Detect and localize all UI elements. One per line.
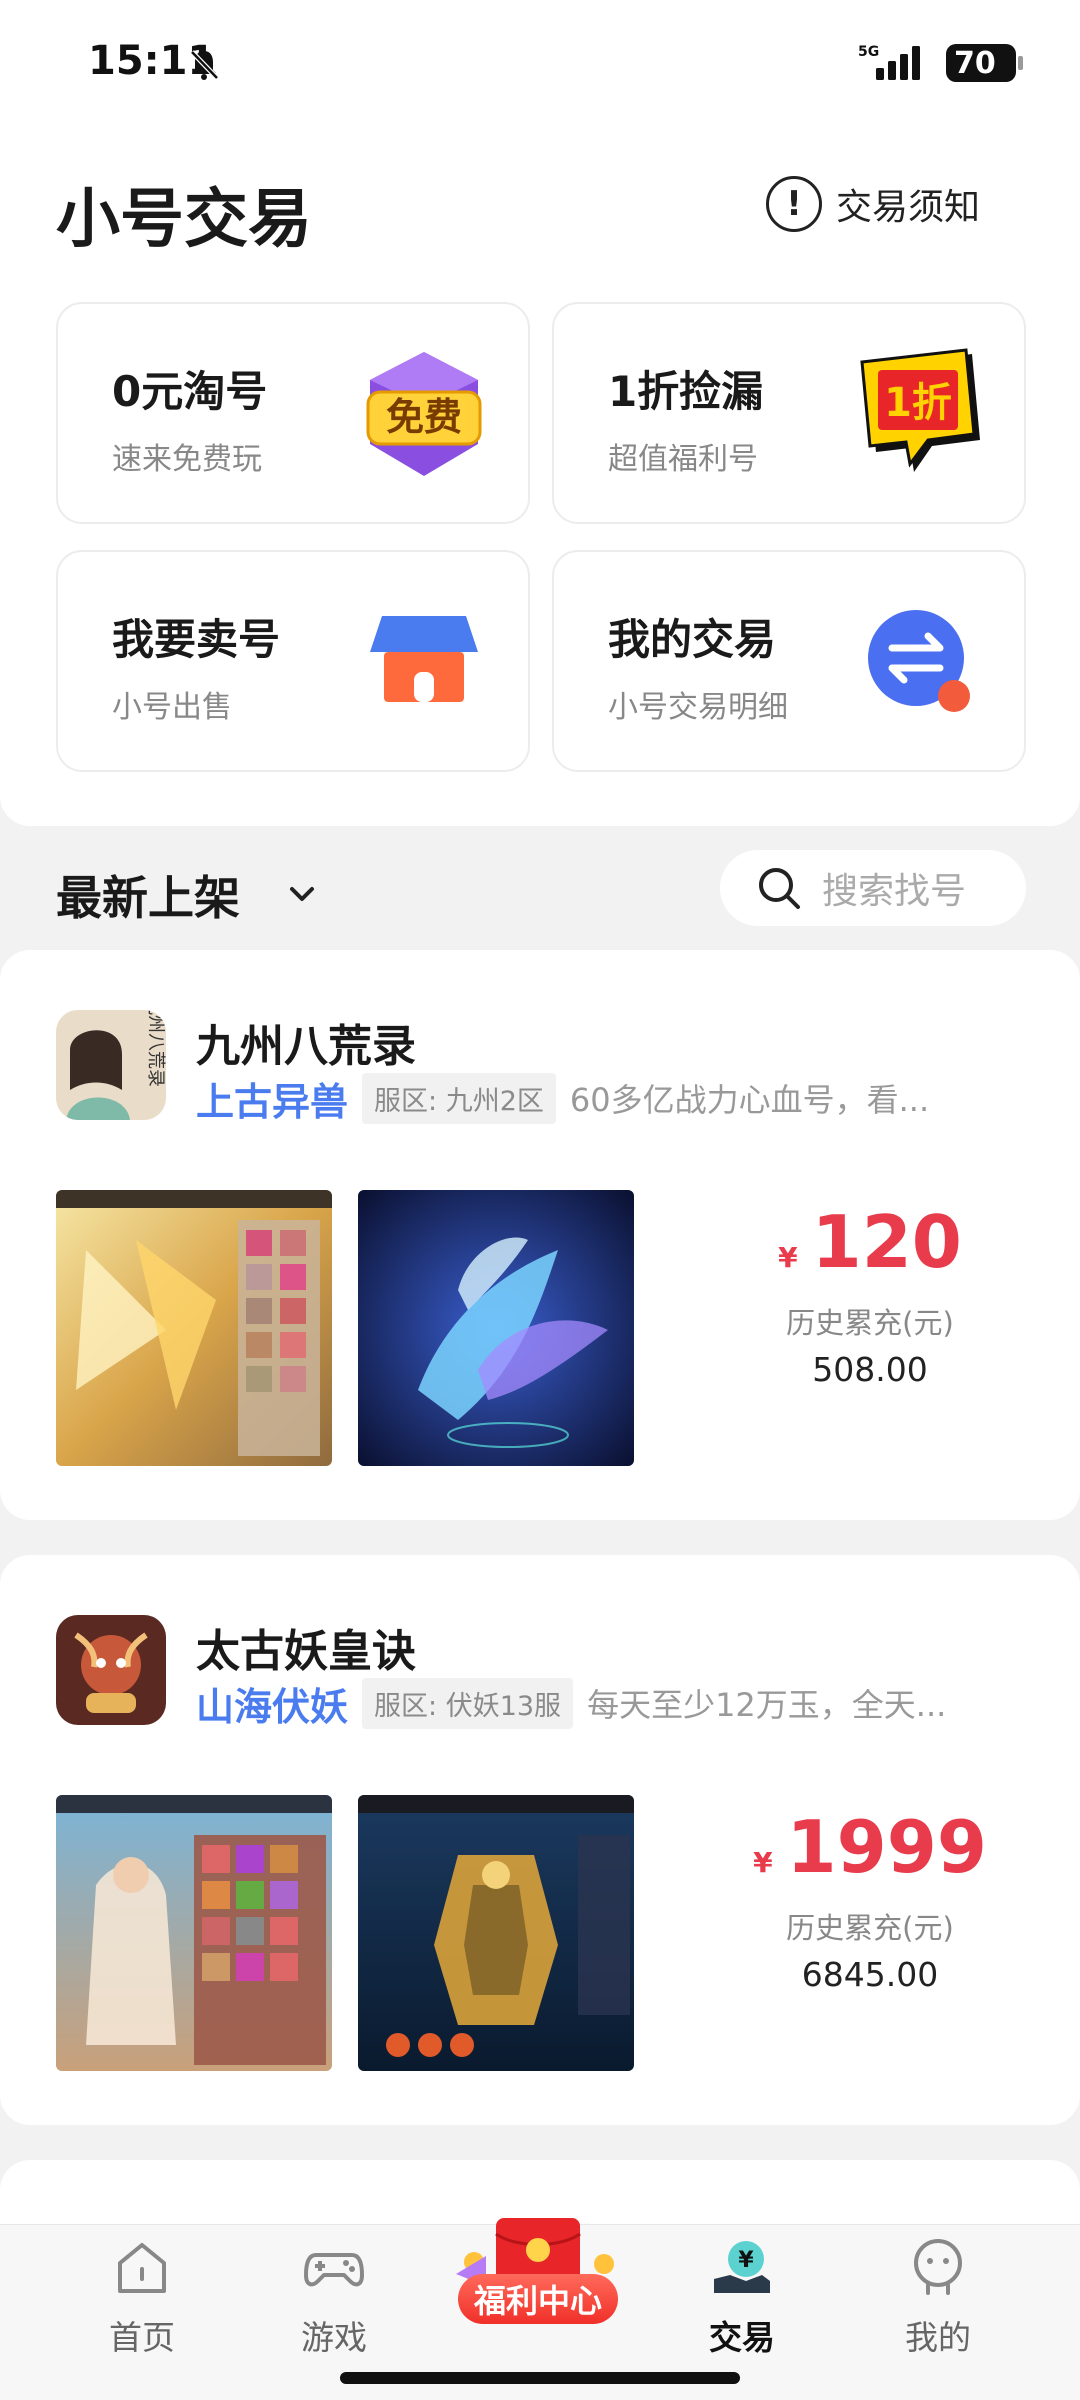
account-tag: 山海伏妖 [196,1684,349,1729]
free-badge-text: 免费 [386,395,462,439]
screenshot-thumbnail[interactable] [56,1190,332,1466]
card-title: 1折捡漏 [608,367,764,416]
price: ¥ 120 [740,1200,1000,1284]
screenshot-thumbnail[interactable] [358,1190,634,1466]
price: ¥ 1999 [740,1805,1000,1889]
card-title: 0元淘号 [112,367,268,416]
profile-icon [914,2239,962,2295]
search-icon [759,868,800,909]
history-recharge-label: 历史累充(元) [786,1306,954,1340]
latest-listings-header: 最新上架 搜索找号 [0,850,1080,940]
trade-icon: ¥ [714,2241,770,2293]
search-placeholder: 搜索找号 [822,871,967,912]
history-recharge-value: 6845.00 [801,1955,939,1994]
battery-level: 70 [954,45,996,81]
card-title: 我要卖号 [112,615,281,664]
currency-symbol: ¥ [753,1846,773,1879]
price-block: ¥ 1999 历史累充(元) 6845.00 [740,1805,1000,1994]
server-badge: 服区: 九州2区 [362,1072,556,1124]
tab-label: 我的 [905,2318,971,2357]
card-free-account[interactable]: 0元淘号 速来免费玩 免费 [56,302,530,524]
game-name: 九州八荒录 [196,1021,416,1072]
chevron-down-icon[interactable] [284,876,320,912]
shop-icon [370,616,478,702]
card-subtitle: 小号交易明细 [608,690,788,725]
card-title: 我的交易 [608,615,777,664]
card-sell-account[interactable]: 我要卖号 小号出售 [56,550,530,772]
status-bar: 15:11 5G 70 [0,0,1080,130]
mute-bell-icon [190,50,219,80]
tab-label: 交易 [709,2318,775,2357]
card-subtitle: 小号出售 [112,690,232,725]
account-tag: 上古异兽 [196,1079,349,1124]
screenshot-thumbnail[interactable] [56,1795,332,2071]
listing-description: 每天至少12万玉，全天... [587,1686,947,1724]
network-label: 5G [858,44,879,60]
tab-games[interactable]: 游戏 [264,2225,404,2365]
listing-card[interactable]: 太古妖皇诀 山海伏妖 服区: 伏妖13服 每天至少12万玉，全天... ¥ 19… [0,1555,1080,2125]
battery-tip [1018,56,1023,70]
history-recharge-label: 历史累充(元) [786,1911,954,1945]
card-my-trades[interactable]: 我的交易 小号交易明细 [552,550,1026,772]
listing-card[interactable]: 九州八荒录 九州八荒录 上古异兽 服区: 九州2区 60多亿战力心血号，看... [0,950,1080,1520]
card-subtitle: 超值福利号 [608,442,758,477]
card-subtitle: 速来免费玩 [112,442,262,477]
currency-symbol: ¥ [778,1241,798,1274]
battery-indicator: 70 [946,44,1016,82]
listing-description: 60多亿战力心血号，看... [569,1081,930,1119]
price-block: ¥ 120 历史累充(元) 508.00 [740,1200,1000,1389]
listing-meta: 山海伏妖 服区: 伏妖13服 每天至少12万玉，全天... [196,1677,946,1729]
tab-welfare-center[interactable]: 福利中心 [446,2212,630,2342]
home-indicator[interactable] [340,2372,740,2384]
game-icon: 九州八荒录 [56,1010,166,1120]
welfare-center-label: 福利中心 [458,2274,618,2324]
server-badge: 服区: 伏妖13服 [362,1677,574,1729]
exchange-icon [868,610,970,712]
price-value: 120 [811,1200,962,1284]
price-value: 1999 [786,1805,987,1889]
screenshot-thumbnail[interactable] [358,1795,634,2071]
tab-label: 游戏 [301,2318,367,2357]
page-title: 小号交易 [56,183,312,257]
game-icon-text: 九州八荒录 [145,1010,166,1087]
section-title[interactable]: 最新上架 [56,862,240,928]
trade-notice-button[interactable]: ! 交易须知 [766,172,980,236]
tab-trade[interactable]: ¥ 交易 [672,2225,812,2365]
discount-flag-text: 1折 [884,380,952,426]
free-badge-icon: 免费 [366,352,482,476]
search-input[interactable]: 搜索找号 [720,850,1026,926]
history-recharge-value: 508.00 [812,1350,928,1389]
home-icon [118,2243,166,2293]
game-name: 太古妖皇诀 [196,1626,416,1677]
tab-label: 首页 [109,2318,175,2357]
trade-notice-label: 交易须知 [836,187,981,228]
discount-flag-icon: 1折 [860,348,980,472]
tab-home[interactable]: 首页 [72,2225,212,2365]
tab-profile[interactable]: 我的 [868,2225,1008,2365]
svg-text:¥: ¥ [738,2248,754,2273]
signal-icon: 5G [858,44,920,80]
info-icon: ! [766,176,822,232]
card-discount[interactable]: 1折捡漏 超值福利号 1折 [552,302,1026,524]
gamepad-icon [304,2253,364,2287]
listing-meta: 上古异兽 服区: 九州2区 60多亿战力心血号，看... [196,1072,929,1124]
game-icon [56,1615,166,1725]
